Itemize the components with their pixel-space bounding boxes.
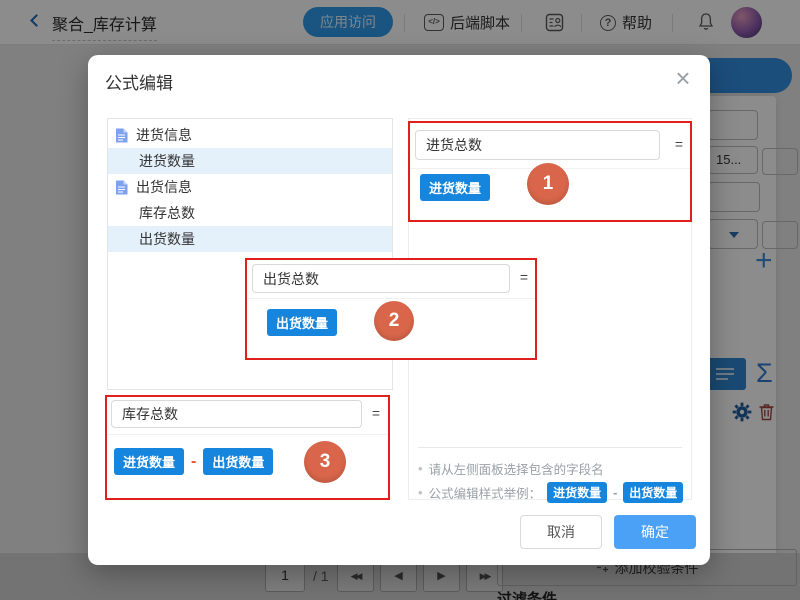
formula-tokens: 进货数量 - 出货数量 (114, 448, 273, 475)
document-icon (115, 180, 128, 195)
annotation-box-1: = 进货数量 1 (408, 121, 692, 222)
field-token[interactable]: 进货数量 (420, 174, 490, 201)
field-token: 进货数量 (547, 482, 607, 503)
tree-field-row-selected[interactable]: 进货数量 (108, 148, 392, 174)
formula-name-input[interactable] (415, 130, 660, 160)
tree-field-row[interactable]: 库存总数 (108, 200, 392, 226)
tree-field-row-selected[interactable]: 出货数量 (108, 226, 392, 252)
tree-item-label: 库存总数 (139, 203, 195, 223)
app-window: 聚合_库存计算 应用访问 </> 后端脚本 ? 帮助 (0, 0, 800, 600)
equals-sign: = (372, 405, 380, 421)
tree-group-row[interactable]: 进货信息 (108, 122, 392, 148)
equals-sign: = (675, 136, 683, 152)
formula-tokens: 出货数量 (267, 309, 337, 336)
annotation-box-2: = 出货数量 2 (245, 258, 537, 360)
tree-item-label: 进货信息 (136, 125, 192, 145)
annotation-badge-2: 2 (374, 301, 414, 341)
tree-group-row[interactable]: 出货信息 (108, 174, 392, 200)
formula-tokens: 进货数量 (420, 174, 490, 201)
field-token[interactable]: 出货数量 (267, 309, 337, 336)
tree-item-label: 出货数量 (139, 229, 195, 249)
tree-item-label: 进货数量 (139, 151, 195, 171)
annotation-box-3: = 进货数量 - 出货数量 3 (105, 395, 390, 500)
annotation-badge-3: 3 (304, 441, 346, 483)
formula-name-input[interactable] (252, 264, 510, 293)
tree-item-label: 出货信息 (136, 177, 192, 197)
hint-text: 请从左侧面板选择包含的字段名 (429, 459, 604, 478)
equals-sign: = (520, 269, 528, 285)
cancel-button[interactable]: 取消 (520, 515, 602, 549)
close-icon[interactable]: × (666, 61, 700, 95)
formula-name-input[interactable] (111, 400, 362, 428)
minus-operator: - (191, 453, 196, 471)
field-token[interactable]: 出货数量 (203, 448, 273, 475)
document-icon (115, 128, 128, 143)
hints: 请从左侧面板选择包含的字段名 公式编辑样式举例： 进货数量 - 出货数量 (418, 447, 682, 503)
modal-title: 公式编辑 (105, 69, 173, 94)
hint-text: 公式编辑样式举例： (429, 483, 542, 502)
hint-line: 请从左侧面板选择包含的字段名 (418, 459, 682, 478)
field-token[interactable]: 进货数量 (114, 448, 184, 475)
hint-line: 公式编辑样式举例： 进货数量 - 出货数量 (418, 482, 682, 503)
confirm-button[interactable]: 确定 (614, 515, 696, 549)
formula-edit-modal: 公式编辑 × 进货信息 进货数量 出货信息 (88, 55, 710, 565)
minus-operator: - (613, 486, 617, 500)
annotation-badge-1: 1 (527, 163, 569, 205)
field-token: 出货数量 (623, 482, 683, 503)
